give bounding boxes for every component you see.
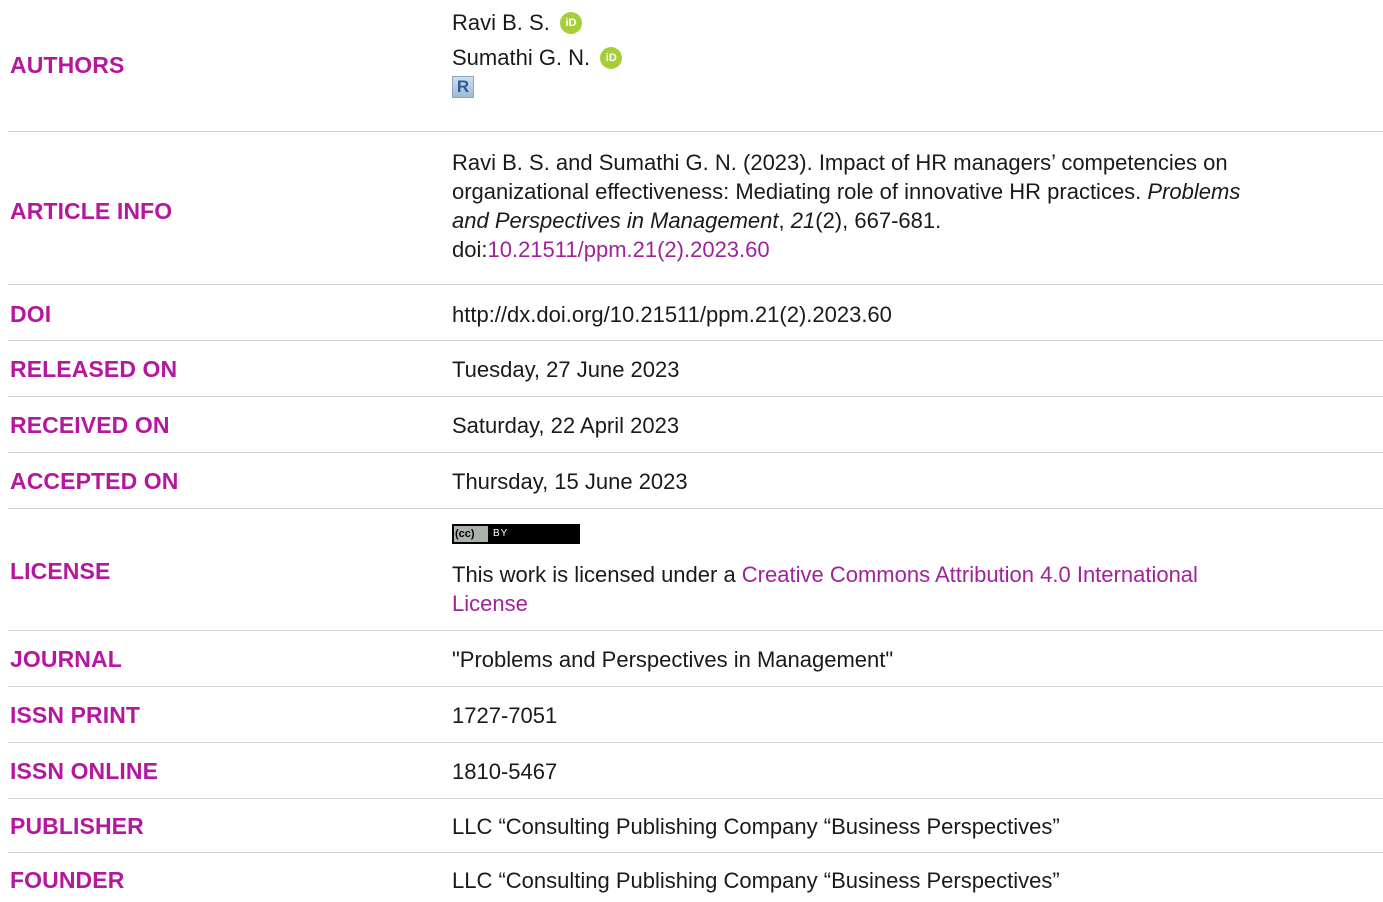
cc-icon: (cc) [455,528,475,540]
row-issn-online: ISSN ONLINE 1810-5467 [8,743,1383,799]
row-publisher: PUBLISHER LLC “Consulting Publishing Com… [8,799,1383,853]
volume-italic: 21 [790,208,816,233]
license-label: LICENSE [10,558,111,584]
row-doi: DOI http://dx.doi.org/10.21511/ppm.21(2)… [8,285,1383,341]
row-issn-print: ISSN PRINT 1727-7051 [8,687,1383,743]
journal-title-italic: and Perspectives in Management [452,208,779,233]
doi-prefix: doi: [452,237,488,262]
authors-value: Ravi B. S. iD Sumathi G. N. iD R [452,8,1377,105]
license-link[interactable]: Creative Commons Attribution 4.0 Interna… [742,562,1198,587]
citation-line: organizational effectiveness: Mediating … [452,179,1148,204]
issn-online-label: ISSN ONLINE [10,758,159,784]
publisher-value: LLC “Consulting Publishing Company “Busi… [452,814,1060,839]
author-name: Ravi B. S. [452,10,550,35]
row-authors: AUTHORS Ravi B. S. iD Sumathi G. N. iD R [8,0,1383,132]
publisher-label: PUBLISHER [10,813,144,839]
journal-value: "Problems and Perspectives in Management… [452,647,894,672]
license-link-continued[interactable]: License [452,591,528,616]
founder-value: LLC “Consulting Publishing Company “Busi… [452,868,1060,893]
issn-online-value: 1810-5467 [452,759,558,784]
license-text: This work is licensed under a [452,562,742,587]
row-article-info: ARTICLE INFO Ravi B. S. and Sumathi G. N… [8,132,1383,285]
accepted-on-label: ACCEPTED ON [10,468,179,494]
received-on-value: Saturday, 22 April 2023 [452,413,680,438]
orcid-icon[interactable]: iD [600,47,623,69]
row-license: LICENSE (cc) BY This work is licensed un… [8,509,1383,631]
doi-link[interactable]: 10.21511/ppm.21(2).2023.60 [487,237,769,262]
author-item: Sumathi G. N. iD [452,43,1377,72]
author-item: R [452,76,1377,105]
row-accepted-on: ACCEPTED ON Thursday, 15 June 2023 [8,453,1383,509]
license-value: (cc) BY This work is licensed under a Cr… [452,522,1377,618]
doi-label: DOI [10,301,52,327]
citation-text: Ravi B. S. and Sumathi G. N. (2023). Imp… [452,150,1241,262]
researcherid-icon[interactable]: R [452,76,474,98]
journal-title-italic: Problems [1147,179,1241,204]
authors-label: AUTHORS [10,52,125,78]
received-on-label: RECEIVED ON [10,412,170,438]
article-info-label: ARTICLE INFO [10,198,173,224]
cc-by-badge[interactable]: (cc) BY [452,524,580,544]
issn-print-label: ISSN PRINT [10,702,141,728]
row-received-on: RECEIVED ON Saturday, 22 April 2023 [8,397,1383,453]
released-on-value: Tuesday, 27 June 2023 [452,357,680,382]
author-name: Sumathi G. N. [452,45,591,70]
orcid-icon[interactable]: iD [559,12,582,34]
journal-label: JOURNAL [10,646,122,672]
citation-line: Ravi B. S. and Sumathi G. N. (2023). Imp… [452,150,1228,175]
released-on-label: RELEASED ON [10,356,178,382]
author-item: Ravi B. S. iD [452,8,1377,37]
row-journal: JOURNAL "Problems and Perspectives in Ma… [8,631,1383,687]
row-released-on: RELEASED ON Tuesday, 27 June 2023 [8,341,1383,397]
by-icon: BY [493,528,509,539]
founder-label: FOUNDER [10,867,125,893]
accepted-on-value: Thursday, 15 June 2023 [452,469,688,494]
doi-value: http://dx.doi.org/10.21511/ppm.21(2).202… [452,302,892,327]
row-founder: FOUNDER LLC “Consulting Publishing Compa… [8,853,1383,902]
issue-pages: (2), 667-681. [815,208,942,233]
issn-print-value: 1727-7051 [452,703,558,728]
